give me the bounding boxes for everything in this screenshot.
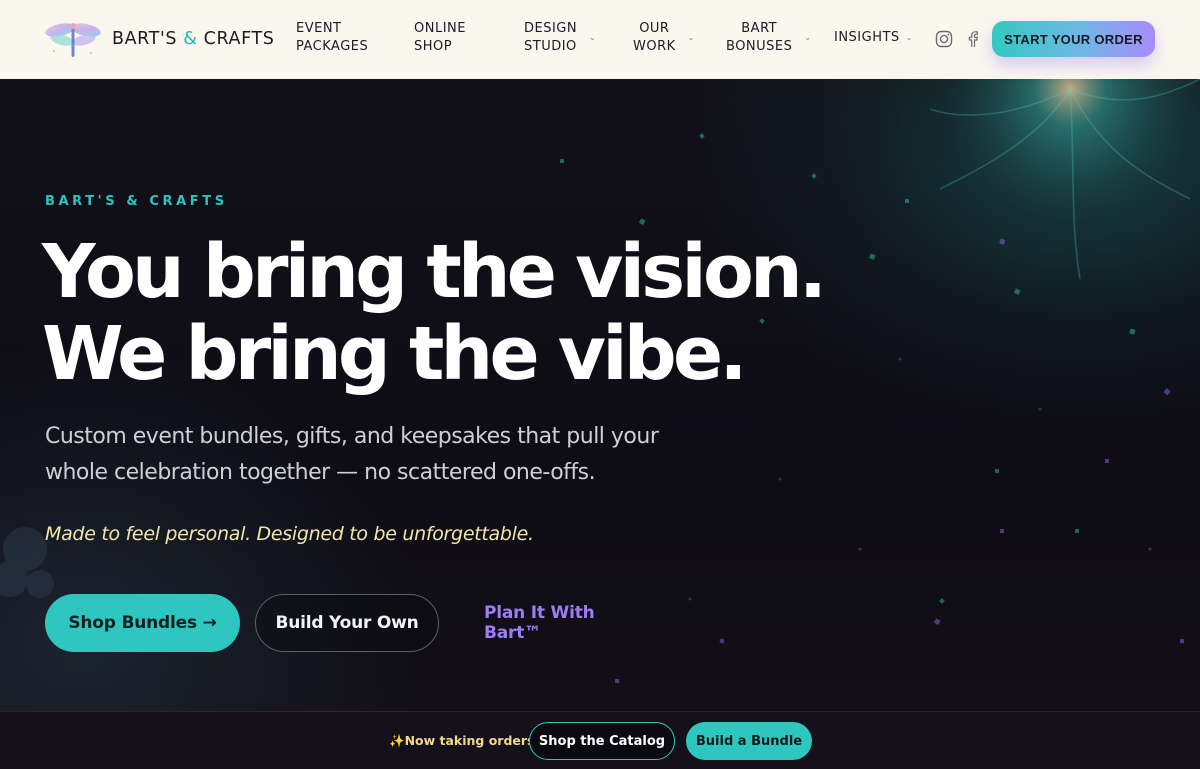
sticky-order-bar: ✨Now taking orders Shop the Catalog Buil… (0, 711, 1200, 769)
hero-section: BART'S & CRAFTS You bring the vision. We… (0, 79, 1200, 711)
chevron-down-icon: ⌄ (804, 33, 812, 42)
brand-name: BART'S & CRAFTS (112, 29, 275, 49)
nav-item-online-shop[interactable]: ONLINE SHOP (414, 20, 466, 56)
shop-catalog-button[interactable]: Shop the Catalog (529, 722, 675, 760)
chevron-down-icon: ⌄ (589, 33, 597, 42)
headline-line-1: You bring the vision. (42, 229, 827, 315)
nav-item-label: OUR WORK (633, 21, 676, 54)
build-your-own-button[interactable]: Build Your Own (255, 594, 439, 652)
nav-item-bart-bonuses[interactable]: BART BONUSES ⌄ (726, 20, 812, 56)
dragonfly-icon (45, 23, 101, 57)
order-status-note: ✨Now taking orders (389, 733, 535, 748)
chevron-down-icon: ⌄ (905, 33, 913, 42)
nav-item-design-studio[interactable]: DESIGN STUDIO ⌄ (524, 20, 596, 56)
nav-item-label: BART BONUSES (726, 21, 793, 54)
start-order-button[interactable]: START YOUR ORDER (992, 21, 1155, 57)
nav-item-event-packages[interactable]: EVENT PACKAGES (296, 20, 368, 56)
hero-tagline: Made to feel personal. Designed to be un… (45, 523, 534, 545)
nav-item-label: INSIGHTS (834, 30, 900, 45)
facebook-icon[interactable] (964, 30, 982, 48)
hero-eyebrow: BART'S & CRAFTS (45, 194, 228, 209)
hero-headline: You bring the vision. We bring the vibe. (42, 229, 827, 397)
chevron-down-icon: ⌄ (687, 33, 695, 42)
instagram-icon[interactable] (935, 30, 953, 48)
build-bundle-button[interactable]: Build a Bundle (686, 722, 812, 760)
nav-item-label: DESIGN STUDIO (524, 21, 578, 54)
site-header: BART'S & CRAFTS EVENT PACKAGES ONLINE SH… (0, 0, 1200, 79)
nav-item-insights[interactable]: INSIGHTS ⌄ (834, 29, 913, 47)
nav-item-our-work[interactable]: OUR WORK ⌄ (633, 20, 695, 56)
hero-subcopy: Custom event bundles, gifts, and keepsak… (45, 424, 659, 485)
plan-with-bart-link[interactable]: Plan It With Bart™ (484, 594, 634, 652)
shop-bundles-button[interactable]: Shop Bundles → (45, 594, 240, 652)
nav-item-label: ONLINE SHOP (414, 21, 466, 54)
headline-line-2: We bring the vibe. (42, 311, 747, 397)
brand-logo[interactable]: BART'S & CRAFTS (44, 17, 274, 61)
nav-item-label: EVENT PACKAGES (296, 21, 369, 54)
